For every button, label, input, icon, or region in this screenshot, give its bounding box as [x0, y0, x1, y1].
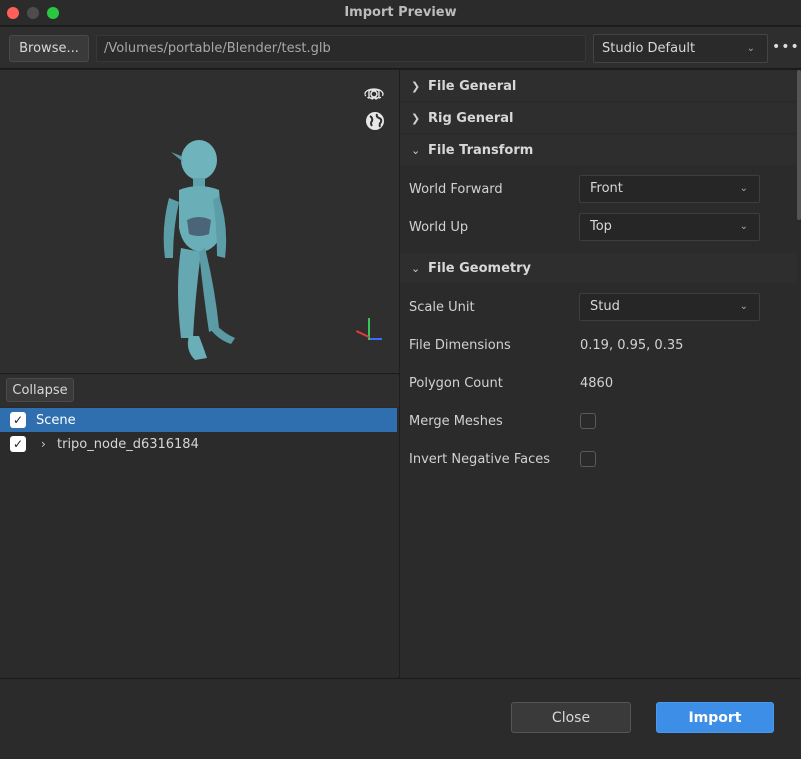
- section-title: File Transform: [428, 142, 534, 158]
- section-file-transform[interactable]: ⌄ File Transform: [400, 135, 797, 165]
- tree-item-label: tripo_node_d6316184: [57, 436, 199, 452]
- chevron-right-icon: ❯: [411, 111, 421, 125]
- section-file-geometry[interactable]: ⌄ File Geometry: [400, 253, 797, 283]
- chevron-right-icon: ❯: [411, 79, 421, 93]
- collapse-button[interactable]: Collapse: [6, 378, 74, 402]
- preset-value: Studio Default: [602, 41, 696, 56]
- tree-toolbar: Collapse: [0, 375, 399, 407]
- tree-item-node[interactable]: ✓ › tripo_node_d6316184: [0, 432, 397, 456]
- world-up-dropdown[interactable]: Top ⌄: [579, 213, 760, 241]
- globe-icon[interactable]: [363, 110, 387, 134]
- scene-tree: ✓ Scene ✓ › tripo_node_d6316184: [0, 407, 399, 677]
- file-dimensions-value: 0.19, 0.95, 0.35: [580, 338, 684, 353]
- model-preview-figure: [163, 140, 235, 360]
- properties-scrollbar[interactable]: [797, 70, 801, 220]
- dialog-footer: Close Import: [0, 678, 801, 759]
- section-title: Rig General: [428, 110, 514, 126]
- chevron-down-icon: ⌄: [746, 43, 755, 54]
- window-title: Import Preview: [344, 5, 457, 20]
- world-forward-value: Front: [590, 181, 623, 196]
- invert-negative-faces-label: Invert Negative Faces: [409, 452, 550, 467]
- scene-checkbox[interactable]: ✓: [10, 412, 26, 428]
- properties-panel: ❯ File General ❯ Rig General ⌄ File Tran…: [400, 70, 801, 678]
- axis-gizmo: [352, 318, 382, 346]
- merge-meshes-label: Merge Meshes: [409, 414, 503, 429]
- preset-dropdown[interactable]: Studio Default ⌄: [593, 34, 768, 63]
- polygon-count-value: 4860: [580, 376, 614, 391]
- scale-unit-value: Stud: [590, 299, 620, 314]
- world-forward-dropdown[interactable]: Front ⌄: [579, 175, 760, 203]
- world-up-label: World Up: [409, 220, 469, 235]
- merge-meshes-checkbox[interactable]: [580, 413, 596, 429]
- chevron-down-icon: ⌄: [739, 301, 748, 312]
- title-bar: Import Preview: [0, 0, 801, 26]
- x-axis-line: [370, 338, 382, 340]
- top-toolbar: Browse... /Volumes/portable/Blender/test…: [0, 27, 801, 69]
- browse-button[interactable]: Browse...: [9, 35, 89, 62]
- section-title: File Geometry: [428, 260, 532, 276]
- chevron-right-icon[interactable]: ›: [41, 437, 46, 451]
- section-title: File General: [428, 78, 517, 94]
- preview-panel: Collapse ✓ Scene ✓ › tripo_node_d6316184: [0, 70, 399, 678]
- chevron-down-icon: ⌄: [411, 143, 421, 157]
- world-up-value: Top: [590, 219, 612, 234]
- tree-item-scene[interactable]: ✓ Scene: [0, 408, 397, 432]
- import-button[interactable]: Import: [656, 702, 774, 733]
- polygon-count-label: Polygon Count: [409, 376, 503, 391]
- chevron-down-icon: ⌄: [739, 183, 748, 194]
- section-file-general[interactable]: ❯ File General: [400, 71, 797, 101]
- file-dimensions-label: File Dimensions: [409, 338, 511, 353]
- tree-item-label: Scene: [36, 412, 76, 428]
- model-viewport[interactable]: [0, 70, 399, 374]
- chevron-down-icon: ⌄: [411, 261, 421, 275]
- node-checkbox[interactable]: ✓: [10, 436, 26, 452]
- more-options-icon[interactable]: •••: [772, 39, 799, 55]
- section-rig-general[interactable]: ❯ Rig General: [400, 103, 797, 133]
- world-forward-label: World Forward: [409, 182, 503, 197]
- camera-rotate-icon[interactable]: [362, 82, 386, 106]
- chevron-down-icon: ⌄: [739, 221, 748, 232]
- file-path-field[interactable]: /Volumes/portable/Blender/test.glb: [96, 35, 586, 62]
- scale-unit-dropdown[interactable]: Stud ⌄: [579, 293, 760, 321]
- invert-negative-faces-checkbox[interactable]: [580, 451, 596, 467]
- scale-unit-label: Scale Unit: [409, 300, 475, 315]
- close-button[interactable]: Close: [511, 702, 631, 733]
